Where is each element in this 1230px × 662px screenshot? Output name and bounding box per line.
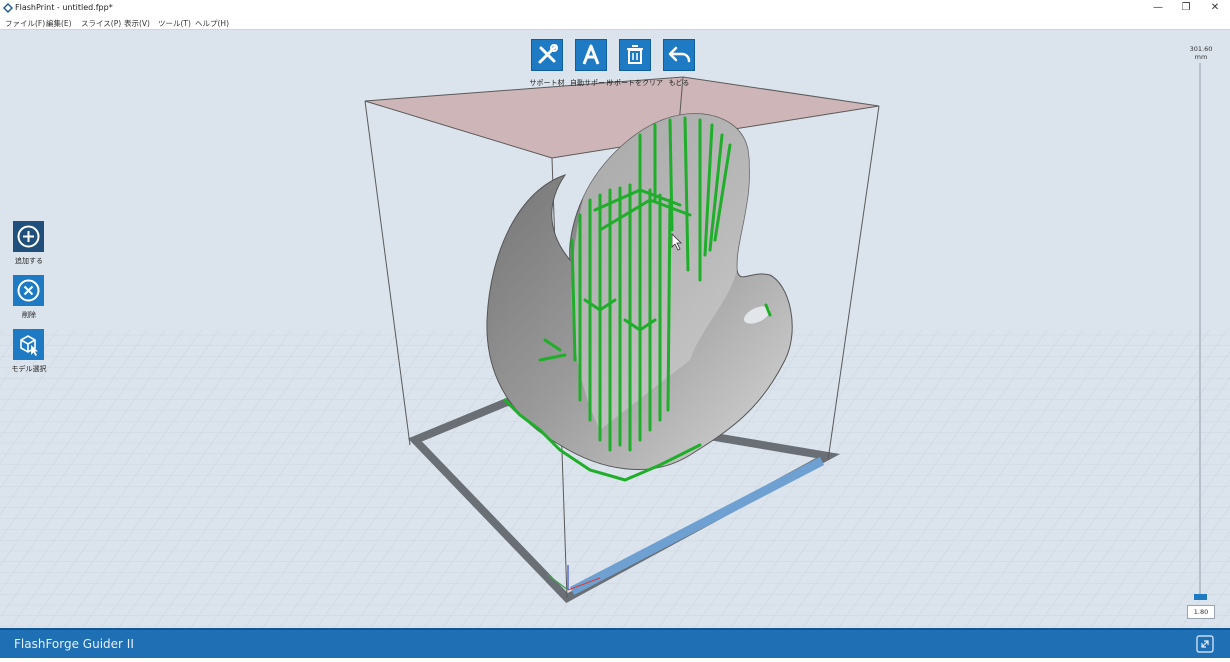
menu-slice[interactable]: スライス(P) [81, 18, 121, 29]
menu-help[interactable]: ヘルプ(H) [195, 18, 229, 29]
select-model-label: モデル選択 [11, 365, 47, 373]
menu-file[interactable]: ファイル(F) [5, 18, 45, 29]
wrench-screwdriver-icon [538, 44, 558, 64]
printer-name: FlashForge Guider II [14, 637, 134, 651]
menu-edit[interactable]: 編集(E) [46, 18, 72, 29]
scene-canvas[interactable] [0, 30, 1230, 628]
layer-slider-track[interactable] [1199, 63, 1201, 598]
support-material-button[interactable] [531, 39, 563, 71]
undo-button[interactable] [663, 39, 695, 71]
add-model-button[interactable] [13, 221, 44, 252]
undo-arrow-icon [668, 46, 691, 63]
clear-support-button[interactable] [619, 39, 651, 71]
close-button[interactable]: ✕ [1200, 0, 1230, 16]
add-model-label: 追加する [15, 257, 43, 265]
plus-circle-icon [17, 225, 40, 248]
select-model-button[interactable] [13, 329, 44, 360]
link-icon[interactable] [1195, 634, 1215, 654]
cube-cursor-icon [20, 335, 38, 356]
auto-support-button[interactable] [575, 39, 607, 71]
layer-slider-max: 301.60 mm [1189, 45, 1213, 61]
layer-slider-value[interactable]: 1.80 [1187, 605, 1215, 619]
undo-label: もどる [668, 79, 690, 87]
window-bottom-edge [0, 658, 1230, 662]
delete-model-label: 削除 [22, 311, 36, 319]
menu-tools[interactable]: ツール(T) [158, 18, 191, 29]
x-circle-icon [17, 279, 40, 302]
menu-view[interactable]: 表示(V) [124, 18, 150, 29]
trash-icon [627, 45, 643, 64]
layer-slider-handle[interactable] [1194, 594, 1207, 600]
minimize-button[interactable]: — [1143, 0, 1173, 16]
flashprint-logo-icon [3, 3, 13, 13]
letter-a-icon [582, 44, 600, 65]
window-title: FlashPrint - untitled.fpp* [15, 3, 113, 12]
maximize-button[interactable]: ❐ [1171, 0, 1201, 16]
title-bar: FlashPrint - untitled.fpp* — ❐ ✕ [0, 0, 1230, 16]
delete-model-button[interactable] [13, 275, 44, 306]
3d-viewport[interactable]: サポート材 自動サポート サポートをクリア もどる 追加する 削除 モデル選択 … [0, 30, 1230, 628]
status-bar: FlashForge Guider II [0, 628, 1230, 658]
menu-bar: ファイル(F) 編集(E) スライス(P) 表示(V) ツール(T) ヘルプ(H… [0, 16, 1230, 30]
